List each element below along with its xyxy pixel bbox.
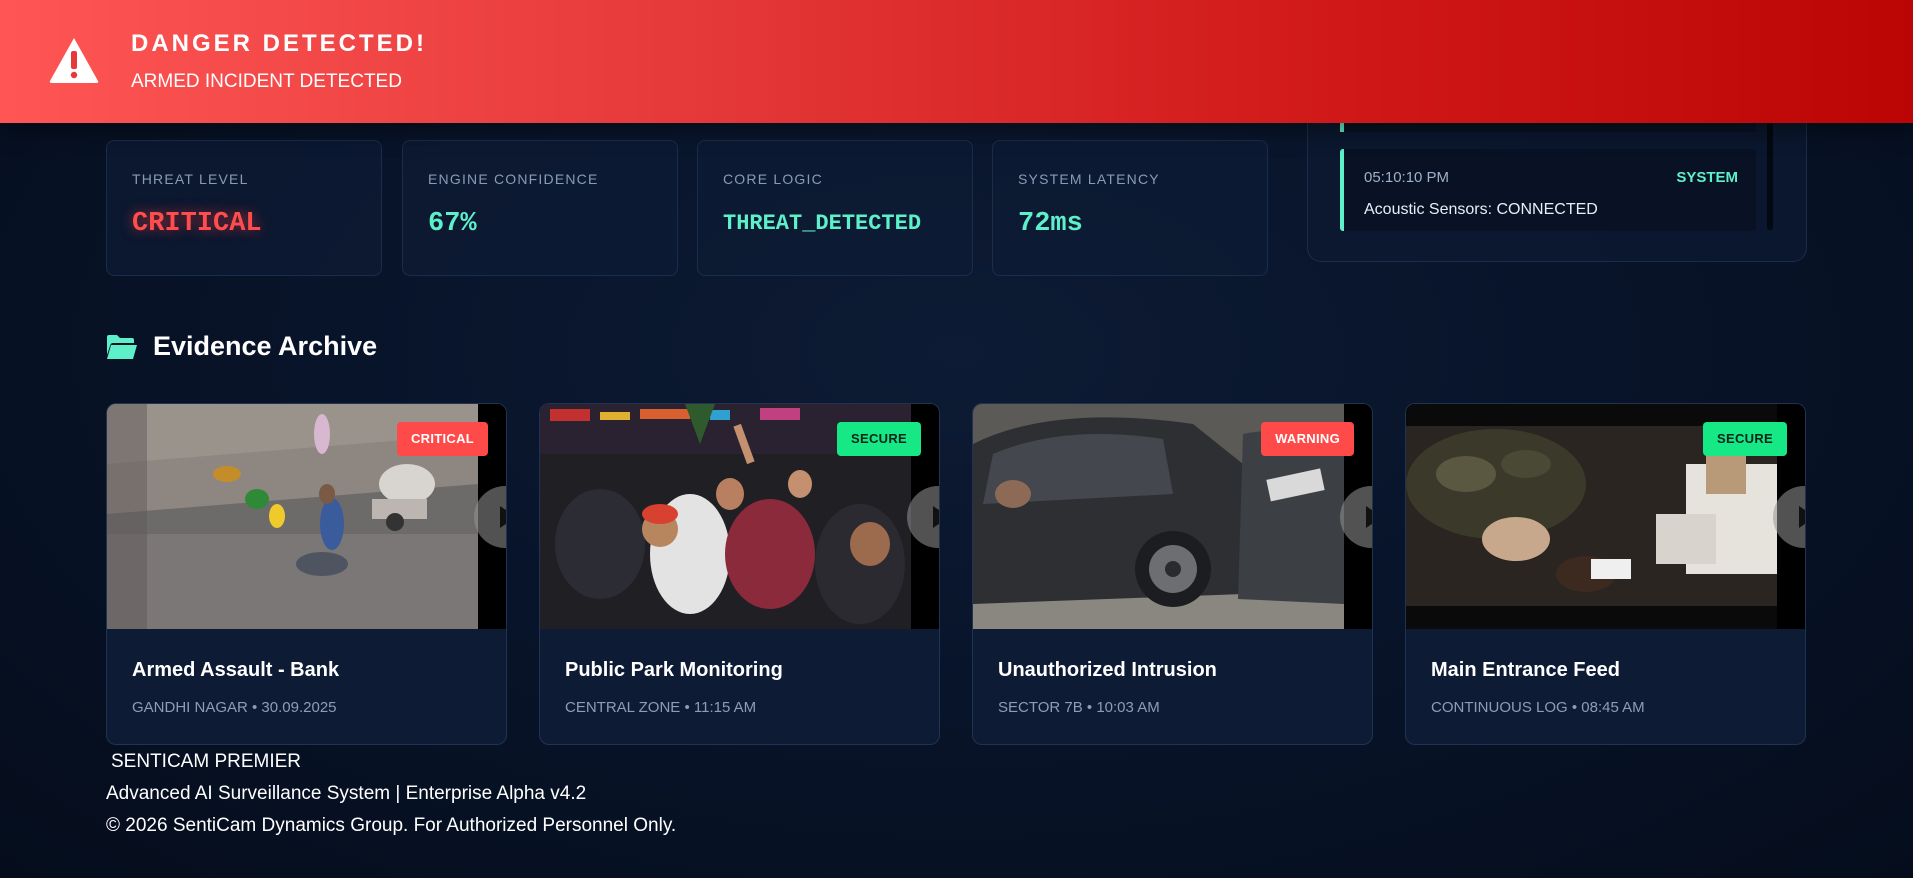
video-thumbnail[interactable]: WARNING <box>973 404 1372 629</box>
stat-value: 72ms <box>1018 209 1083 239</box>
stat-label: ENGINE CONFIDENCE <box>428 171 599 187</box>
footer-tagline: Advanced AI Surveillance System | Enterp… <box>106 783 587 804</box>
warning-triangle-icon <box>49 38 99 83</box>
stat-card-system-latency: SYSTEM LATENCY 72ms <box>992 140 1268 276</box>
evidence-card[interactable]: WARNING Unauthorized Intrusion SECTOR 7B… <box>972 403 1373 745</box>
stat-label: CORE LOGIC <box>723 171 823 187</box>
stat-card-core-logic: CORE LOGIC THREAT_DETECTED <box>697 140 973 276</box>
status-badge: SECURE <box>1703 422 1787 456</box>
evidence-card[interactable]: SECURE Public Park Monitoring CENTRAL ZO… <box>539 403 940 745</box>
status-badge: WARNING <box>1261 422 1354 456</box>
card-title: Armed Assault - Bank <box>132 659 340 681</box>
card-title: Unauthorized Intrusion <box>998 659 1217 681</box>
stat-value: 67% <box>428 209 477 239</box>
card-meta: SECTOR 7B • 10:03 AM <box>998 699 1160 716</box>
stat-value: THREAT_DETECTED <box>723 211 922 236</box>
stat-card-engine-confidence: ENGINE CONFIDENCE 67% <box>402 140 678 276</box>
card-title: Main Entrance Feed <box>1431 659 1620 681</box>
alert-title: DANGER DETECTED! <box>131 30 428 57</box>
card-meta: GANDHI NAGAR • 30.09.2025 <box>132 699 337 716</box>
video-thumbnail[interactable]: CRITICAL <box>107 404 506 629</box>
video-thumbnail[interactable]: SECURE <box>540 404 939 629</box>
evidence-card[interactable]: SECURE Main Entrance Feed CONTINUOUS LOG… <box>1405 403 1806 745</box>
log-entry: 05:10:10 PM SYSTEM Acoustic Sensors: CON… <box>1340 149 1756 231</box>
stat-label: THREAT LEVEL <box>132 171 249 187</box>
log-source-tag: SYSTEM <box>1676 169 1738 186</box>
danger-alert-banner: DANGER DETECTED! ARMED INCIDENT DETECTED <box>0 0 1913 123</box>
status-badge: SECURE <box>837 422 921 456</box>
card-title: Public Park Monitoring <box>565 659 783 681</box>
card-meta: CONTINUOUS LOG • 08:45 AM <box>1431 699 1645 716</box>
status-badge: CRITICAL <box>396 422 488 456</box>
stat-label: SYSTEM LATENCY <box>1018 171 1160 187</box>
log-message: Acoustic Sensors: CONNECTED <box>1364 201 1598 218</box>
footer-brand: SENTICAM PREMIER <box>111 751 302 772</box>
log-timestamp: 05:10:10 PM <box>1364 169 1450 186</box>
footer-copyright: © 2026 SentiCam Dynamics Group. For Auth… <box>106 815 677 836</box>
card-meta: CENTRAL ZONE • 11:15 AM <box>565 699 757 716</box>
stat-value: CRITICAL <box>132 209 262 239</box>
video-thumbnail[interactable]: SECURE <box>1406 404 1805 629</box>
log-scrollbar[interactable] <box>1767 110 1773 230</box>
folder-open-icon <box>107 335 137 359</box>
stat-card-threat-level: THREAT LEVEL CRITICAL <box>106 140 382 276</box>
evidence-card[interactable]: CRITICAL Armed Assault - Bank GANDHI NAG… <box>106 403 507 745</box>
section-title: Evidence Archive <box>153 331 378 361</box>
alert-message: ARMED INCIDENT DETECTED <box>131 71 402 92</box>
